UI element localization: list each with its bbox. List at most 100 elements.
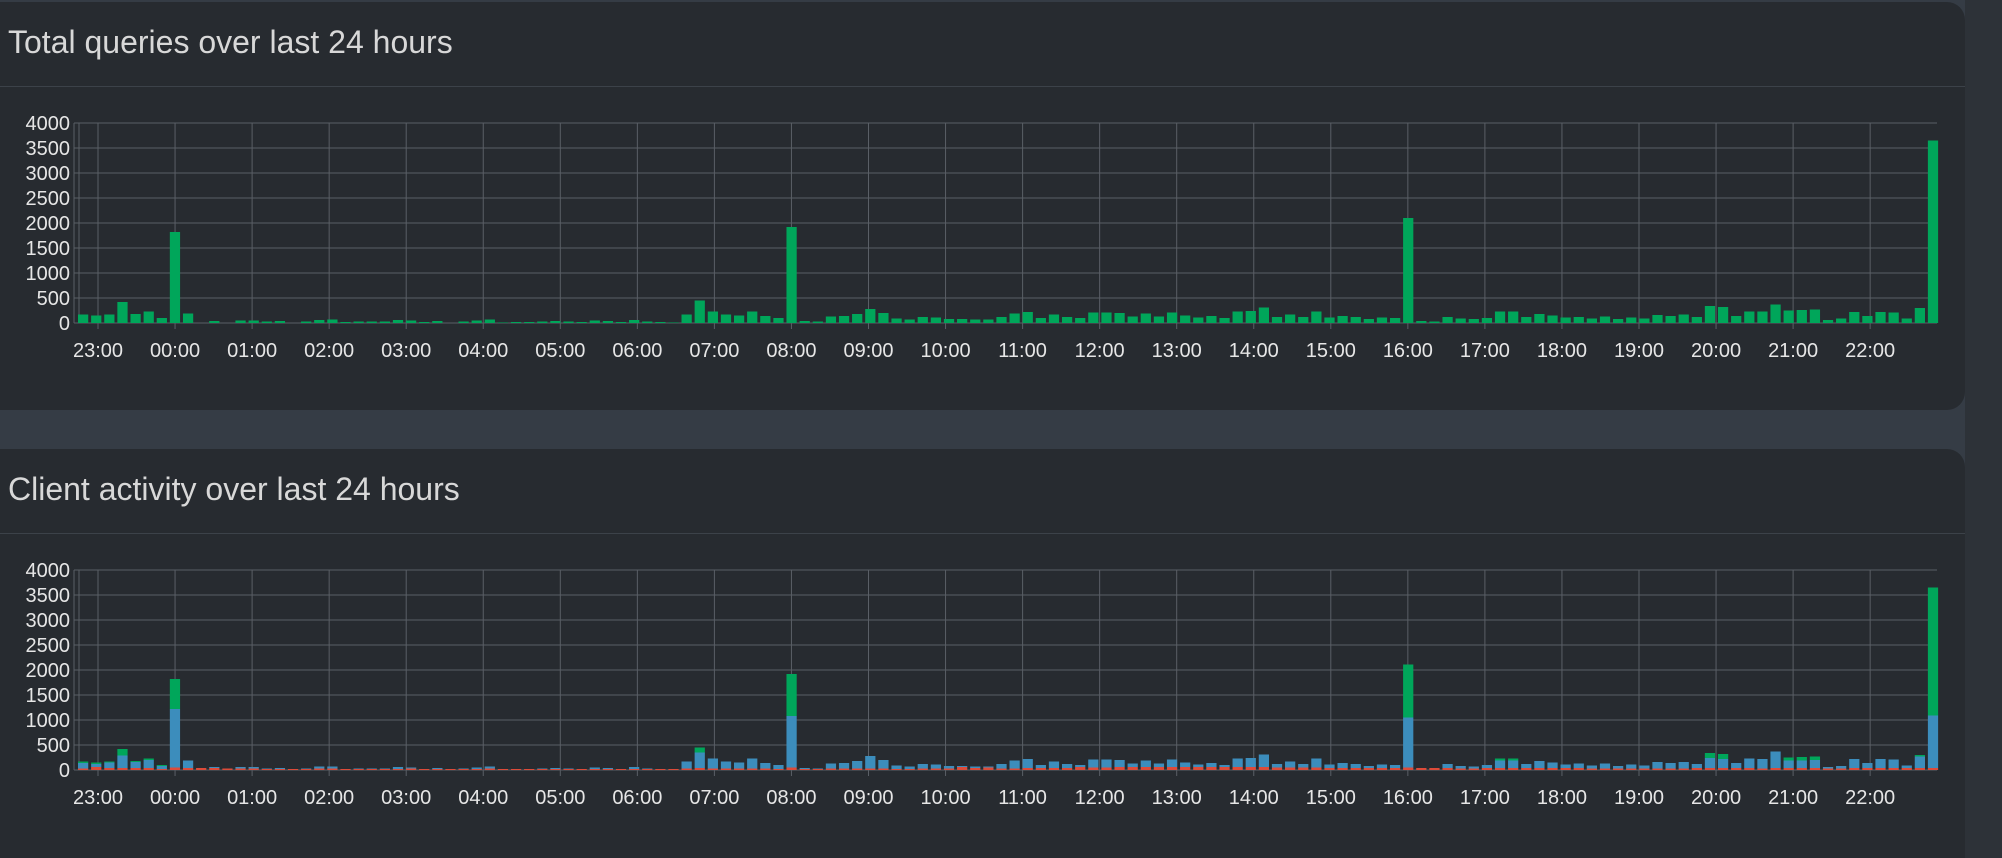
bar-red — [1639, 768, 1650, 770]
x-tick-label: 00:00 — [150, 787, 200, 809]
bar-blue — [983, 766, 994, 768]
bar-blue — [1245, 758, 1256, 767]
bar-green — [589, 320, 600, 323]
bar-blue — [825, 763, 837, 769]
y-tick-label: 500 — [37, 735, 70, 757]
bar-green — [1403, 664, 1414, 718]
bar-red — [878, 768, 889, 770]
bar-green — [1901, 318, 1912, 323]
panel-title: Total queries over last 24 hours — [8, 24, 453, 60]
bar-blue — [301, 768, 312, 769]
bar-blue — [209, 767, 220, 768]
bar-green — [1639, 318, 1650, 323]
bar-green — [1757, 311, 1768, 323]
bar-blue — [314, 766, 325, 769]
x-tick-label: 05:00 — [535, 340, 585, 362]
x-tick-label: 20:00 — [1691, 340, 1741, 362]
bar-red — [852, 768, 863, 770]
bar-blue — [1180, 762, 1191, 767]
bar-blue — [327, 766, 338, 769]
bar-red — [497, 769, 509, 770]
x-tick-label: 05:00 — [535, 787, 585, 809]
bar-red — [786, 767, 797, 770]
bar-red — [865, 768, 876, 770]
bar-blue — [1258, 754, 1270, 767]
bar-red — [1376, 768, 1388, 770]
y-tick-label: 1500 — [26, 238, 71, 260]
total-queries-chart: 0 500 1000 1500 2000 2500 3000 3500 4000 23:00 00:… — [26, 113, 1939, 362]
x-tick-label: 03:00 — [381, 787, 431, 809]
bar-green — [1927, 140, 1939, 323]
bar-red — [1809, 768, 1821, 770]
bar-red — [1324, 768, 1335, 770]
bar-red — [91, 767, 102, 770]
bar-red — [1914, 768, 1925, 770]
bar-green — [852, 314, 863, 323]
bar-red — [838, 768, 850, 770]
bar-blue — [1311, 758, 1322, 768]
bar-red — [681, 768, 692, 770]
bar-blue — [1521, 764, 1532, 768]
bar-red — [1652, 768, 1663, 770]
bar-green — [615, 322, 627, 323]
bar-blue — [1088, 759, 1099, 768]
y-tick-label: 3500 — [26, 138, 71, 160]
bar-blue — [248, 767, 259, 769]
bar-green — [1468, 319, 1479, 323]
bar-green — [104, 314, 115, 323]
y-tick-label: 4000 — [26, 113, 71, 135]
bar-green — [156, 318, 167, 323]
bar-green — [904, 319, 915, 323]
bar-red — [1416, 768, 1427, 770]
bar-blue — [904, 766, 915, 769]
bar-green — [130, 761, 141, 762]
x-tick-label: 12:00 — [1075, 787, 1125, 809]
bar-red — [169, 767, 181, 770]
bar-blue — [602, 768, 614, 769]
bar-red — [235, 768, 246, 770]
bar-red — [825, 768, 837, 770]
bar-red — [1009, 768, 1020, 770]
bar-red — [1035, 768, 1046, 770]
bar-green — [484, 319, 495, 323]
bar-blue — [1822, 767, 1834, 769]
bar-green — [1350, 317, 1361, 323]
bar-blue — [917, 764, 928, 769]
bar-red — [1114, 767, 1125, 770]
bar-blue — [1678, 762, 1689, 769]
bar-green — [642, 321, 653, 323]
bar-green — [1298, 317, 1309, 323]
bar-blue — [91, 764, 102, 767]
bar-green — [327, 319, 338, 323]
bar-green — [1009, 313, 1020, 323]
bar-green — [537, 321, 548, 323]
bar-red — [274, 769, 286, 770]
y-tick-label: 2000 — [26, 213, 71, 235]
bar-green — [1770, 304, 1781, 323]
bar-blue — [812, 768, 823, 769]
bar-red — [143, 768, 154, 770]
bar-red — [419, 769, 430, 770]
x-tick-label: 08:00 — [766, 340, 816, 362]
bar-blue — [156, 766, 167, 769]
bar-blue — [1744, 758, 1755, 768]
bar-blue — [78, 763, 89, 769]
bar-red — [930, 768, 942, 770]
x-tick-label: 10:00 — [921, 340, 971, 362]
bar-red — [1298, 767, 1309, 770]
bar-green — [1796, 757, 1807, 761]
bar-green — [786, 227, 797, 323]
bar-green — [1389, 318, 1401, 323]
bar-red — [707, 768, 718, 770]
bar-red — [130, 768, 141, 770]
bar-green — [917, 317, 928, 323]
bar-green — [1258, 307, 1270, 323]
bar-red — [629, 769, 640, 770]
bar-blue — [996, 764, 1007, 769]
bar-green — [1324, 317, 1335, 323]
bar-green — [248, 320, 259, 323]
bar-blue — [878, 760, 889, 769]
bar-green — [169, 232, 181, 323]
bar-red — [1836, 768, 1847, 770]
y-tick-label: 1000 — [26, 263, 71, 285]
